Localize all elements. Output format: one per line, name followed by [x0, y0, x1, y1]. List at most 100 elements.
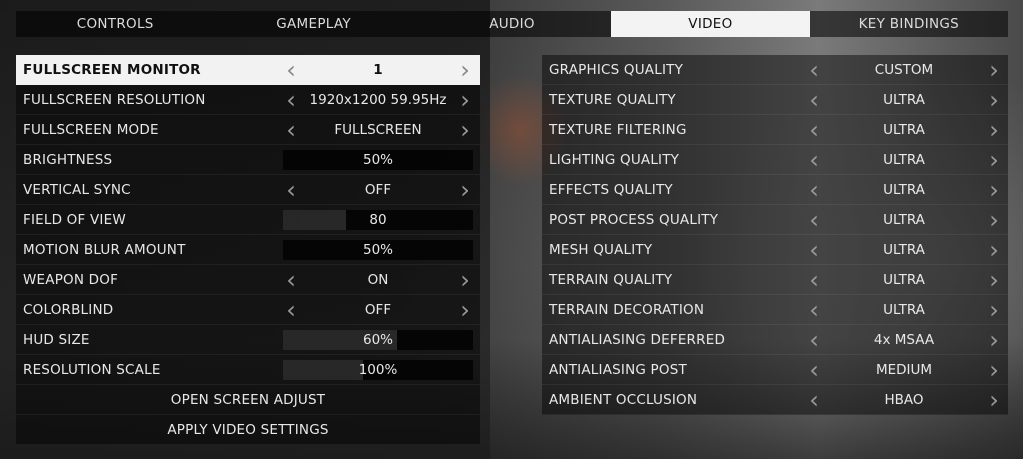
chevron-right-icon[interactable]: › [984, 175, 1004, 205]
setting-row-post-process-quality[interactable]: POST PROCESS QUALITY ‹ ULTRA › [542, 205, 1008, 235]
chevron-left-icon[interactable]: ‹ [281, 265, 301, 295]
effects-quality-value: ULTRA [883, 181, 925, 198]
lighting-quality-value: ULTRA [883, 151, 925, 168]
chevron-left-icon[interactable]: ‹ [804, 355, 824, 385]
texture-filtering-value: ULTRA [883, 121, 925, 138]
setting-row-antialiasing-post[interactable]: ANTIALIASING POST ‹ MEDIUM › [542, 355, 1008, 385]
tab-controls[interactable]: CONTROLS [16, 11, 214, 37]
chevron-left-icon[interactable]: ‹ [804, 205, 824, 235]
chevron-right-icon[interactable]: › [455, 265, 475, 295]
setting-row-terrain-decoration[interactable]: TERRAIN DECORATION ‹ ULTRA › [542, 295, 1008, 325]
chevron-left-icon[interactable]: ‹ [804, 145, 824, 175]
chevron-left-icon[interactable]: ‹ [804, 295, 824, 325]
chevron-right-icon[interactable]: › [984, 235, 1004, 265]
field-of-view-slider[interactable]: 80 [283, 210, 473, 230]
chevron-left-icon[interactable]: ‹ [281, 85, 301, 115]
apply-video-settings-label: APPLY VIDEO SETTINGS [167, 421, 329, 438]
chevron-left-icon[interactable]: ‹ [804, 235, 824, 265]
graphics-quality-value: CUSTOM [874, 61, 934, 78]
chevron-left-icon[interactable]: ‹ [804, 265, 824, 295]
setting-row-effects-quality[interactable]: EFFECTS QUALITY ‹ ULTRA › [542, 175, 1008, 205]
graphics-quality-label: GRAPHICS QUALITY [549, 61, 684, 78]
resolution-scale-slider[interactable]: 100% [283, 360, 473, 380]
chevron-right-icon[interactable]: › [984, 115, 1004, 145]
setting-row-mesh-quality[interactable]: MESH QUALITY ‹ ULTRA › [542, 235, 1008, 265]
antialiasing-post-label: ANTIALIASING POST [549, 361, 687, 378]
vertical-sync-selector: ‹ OFF › [281, 175, 475, 205]
mesh-quality-selector: ‹ ULTRA › [804, 235, 1004, 265]
chevron-right-icon[interactable]: › [984, 325, 1004, 355]
tab-audio[interactable]: AUDIO [413, 11, 611, 37]
chevron-right-icon[interactable]: › [455, 175, 475, 205]
chevron-left-icon[interactable]: ‹ [281, 55, 301, 85]
open-screen-adjust-button[interactable]: OPEN SCREEN ADJUST [16, 385, 480, 415]
setting-row-graphics-quality[interactable]: GRAPHICS QUALITY ‹ CUSTOM › [542, 55, 1008, 85]
mesh-quality-label: MESH QUALITY [549, 241, 653, 258]
motion-blur-amount-slider[interactable]: 50% [283, 240, 473, 260]
chevron-left-icon[interactable]: ‹ [804, 175, 824, 205]
chevron-left-icon[interactable]: ‹ [804, 55, 824, 85]
weapon-dof-label: WEAPON DOF [23, 271, 119, 288]
texture-filtering-selector: ‹ ULTRA › [804, 115, 1004, 145]
setting-row-hud-size[interactable]: HUD SIZE 60% [16, 325, 480, 355]
chevron-right-icon[interactable]: › [984, 355, 1004, 385]
chevron-left-icon[interactable]: ‹ [804, 325, 824, 355]
chevron-left-icon[interactable]: ‹ [804, 85, 824, 115]
chevron-right-icon[interactable]: › [984, 55, 1004, 85]
tab-gameplay[interactable]: GAMEPLAY [214, 11, 412, 37]
resolution-scale-value: 100% [358, 362, 398, 378]
ambient-occlusion-selector: ‹ HBAO › [804, 385, 1004, 415]
setting-row-motion-blur-amount[interactable]: MOTION BLUR AMOUNT 50% [16, 235, 480, 265]
setting-row-antialiasing-deferred[interactable]: ANTIALIASING DEFERRED ‹ 4x MSAA › [542, 325, 1008, 355]
setting-row-terrain-quality[interactable]: TERRAIN QUALITY ‹ ULTRA › [542, 265, 1008, 295]
brightness-slider[interactable]: 50% [283, 150, 473, 170]
texture-quality-selector: ‹ ULTRA › [804, 85, 1004, 115]
chevron-left-icon[interactable]: ‹ [804, 385, 824, 415]
antialiasing-deferred-label: ANTIALIASING DEFERRED [549, 331, 726, 348]
ambient-occlusion-value: HBAO [884, 391, 924, 408]
apply-video-settings-button[interactable]: APPLY VIDEO SETTINGS [16, 415, 480, 445]
setting-row-brightness[interactable]: BRIGHTNESS 50% [16, 145, 480, 175]
setting-row-fullscreen-mode[interactable]: FULLSCREEN MODE ‹ FULLSCREEN › [16, 115, 480, 145]
chevron-left-icon[interactable]: ‹ [281, 295, 301, 325]
setting-row-fullscreen-monitor[interactable]: FULLSCREEN MONITOR ‹ 1 › [16, 55, 480, 85]
vertical-sync-label: VERTICAL SYNC [23, 181, 131, 198]
chevron-right-icon[interactable]: › [984, 265, 1004, 295]
antialiasing-post-value: MEDIUM [875, 361, 933, 378]
setting-row-texture-filtering[interactable]: TEXTURE FILTERING ‹ ULTRA › [542, 115, 1008, 145]
texture-filtering-label: TEXTURE FILTERING [549, 121, 687, 138]
setting-row-fullscreen-resolution[interactable]: FULLSCREEN RESOLUTION ‹ 1920x1200 59.95Hz › [16, 85, 480, 115]
setting-row-resolution-scale[interactable]: RESOLUTION SCALE 100% [16, 355, 480, 385]
texture-quality-label: TEXTURE QUALITY [549, 91, 676, 108]
effects-quality-selector: ‹ ULTRA › [804, 175, 1004, 205]
hud-size-slider[interactable]: 60% [283, 330, 473, 350]
terrain-quality-value: ULTRA [883, 271, 925, 288]
chevron-right-icon[interactable]: › [984, 205, 1004, 235]
setting-row-ambient-occlusion[interactable]: AMBIENT OCCLUSION ‹ HBAO › [542, 385, 1008, 415]
chevron-left-icon[interactable]: ‹ [281, 115, 301, 145]
tab-video[interactable]: VIDEO [611, 11, 810, 37]
hud-size-label: HUD SIZE [23, 331, 90, 348]
chevron-right-icon[interactable]: › [455, 295, 475, 325]
setting-row-lighting-quality[interactable]: LIGHTING QUALITY ‹ ULTRA › [542, 145, 1008, 175]
tab-bar: CONTROLS GAMEPLAY AUDIO VIDEO KEY BINDIN… [16, 11, 1008, 37]
setting-row-vertical-sync[interactable]: VERTICAL SYNC ‹ OFF › [16, 175, 480, 205]
chevron-right-icon[interactable]: › [984, 85, 1004, 115]
setting-row-colorblind[interactable]: COLORBLIND ‹ OFF › [16, 295, 480, 325]
chevron-right-icon[interactable]: › [455, 85, 475, 115]
ambient-occlusion-label: AMBIENT OCCLUSION [549, 391, 698, 408]
tab-key-bindings[interactable]: KEY BINDINGS [810, 11, 1008, 37]
setting-row-field-of-view[interactable]: FIELD OF VIEW 80 [16, 205, 480, 235]
chevron-left-icon[interactable]: ‹ [281, 175, 301, 205]
setting-row-weapon-dof[interactable]: WEAPON DOF ‹ ON › [16, 265, 480, 295]
antialiasing-post-selector: ‹ MEDIUM › [804, 355, 1004, 385]
chevron-right-icon[interactable]: › [455, 115, 475, 145]
chevron-right-icon[interactable]: › [984, 145, 1004, 175]
display-settings-panel: FULLSCREEN MONITOR ‹ 1 › FULLSCREEN RESOLUTI… [16, 55, 480, 445]
fullscreen-monitor-value: 1 [373, 61, 383, 78]
chevron-left-icon[interactable]: ‹ [804, 115, 824, 145]
chevron-right-icon[interactable]: › [984, 295, 1004, 325]
chevron-right-icon[interactable]: › [984, 385, 1004, 415]
chevron-right-icon[interactable]: › [455, 55, 475, 85]
setting-row-texture-quality[interactable]: TEXTURE QUALITY ‹ ULTRA › [542, 85, 1008, 115]
